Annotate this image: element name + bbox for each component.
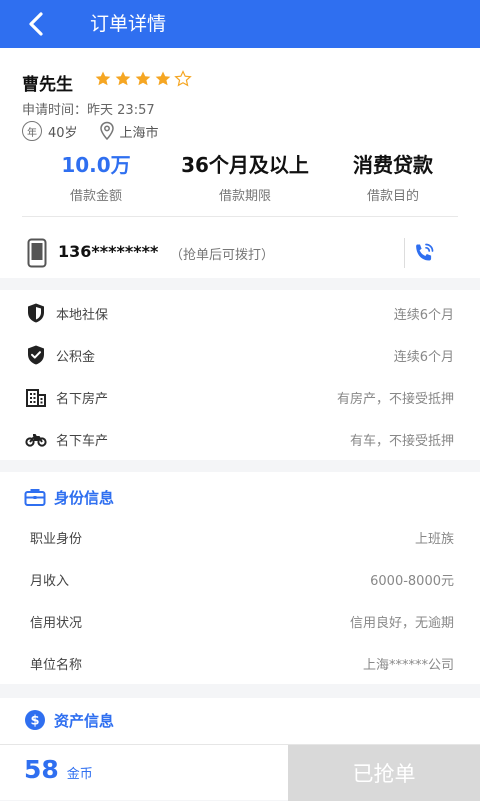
list-item: 本地社保 连续6个月: [0, 292, 480, 334]
asset-label: 名下房产: [56, 392, 109, 407]
star-filled-icon: [135, 71, 151, 86]
call-button[interactable]: [404, 238, 436, 268]
info-label: 单位名称: [30, 658, 83, 673]
grab-order-button[interactable]: 已抢单: [288, 745, 480, 801]
chevron-left-icon: [29, 12, 43, 36]
shield-check-icon: [28, 345, 44, 365]
list-item: 名下房产 有房产，不接受抵押: [0, 376, 480, 418]
asset-info-section: $ 资产信息: [0, 698, 480, 744]
identity-section-title: 身份信息: [24, 484, 114, 510]
age-icon: 年: [22, 121, 42, 141]
loan-term-value: 36个月及以上: [181, 153, 309, 177]
info-label: 职业身份: [30, 532, 83, 547]
building-icon: [26, 389, 46, 407]
shield-icon: [28, 303, 44, 323]
applicant-card: 曹先生 申请时间：昨天 23:57 年 40岁 上海市 10.0万 借款金额 3…: [0, 48, 480, 278]
asset-info-title-text: 资产信息: [54, 711, 115, 730]
location-pin-icon: [99, 121, 114, 141]
phone-number: 136********: [58, 242, 159, 261]
svg-text:$: $: [30, 714, 39, 729]
asset-label: 本地社保: [56, 308, 109, 323]
phone-tip: （抢单后可拨打）: [170, 248, 275, 263]
phone-call-icon: [416, 243, 434, 261]
rating-stars: [94, 70, 192, 90]
star-filled-icon: [115, 71, 131, 86]
asset-info-section-title: $ 资产信息: [24, 707, 114, 733]
back-button[interactable]: [22, 10, 50, 38]
applicant-city: 上海市: [119, 125, 159, 141]
asset-value: 连续6个月: [393, 350, 454, 365]
info-label: 月收入: [30, 574, 70, 589]
asset-label: 名下车产: [56, 434, 109, 449]
stat-term: 36个月及以上 借款期限: [165, 148, 325, 208]
info-row: 单位名称 上海******公司: [0, 642, 480, 684]
star-empty-icon: [174, 70, 192, 87]
loan-stats: 10.0万 借款金额 36个月及以上 借款期限 消费贷款 借款目的: [0, 148, 480, 216]
applicant-name: 曹先生: [22, 75, 73, 95]
loan-term-label: 借款期限: [218, 189, 271, 204]
coin-amount: 58: [24, 755, 59, 784]
info-row: 信用状况 信用良好，无逾期: [0, 600, 480, 642]
apply-time: 申请时间：昨天 23:57: [22, 99, 155, 118]
applicant-meta: 年 40岁 上海市: [22, 120, 159, 142]
identity-section: 身份信息 职业身份 上班族 月收入 6000-8000元 信用状况 信用良好，无…: [0, 472, 480, 684]
identity-title-text: 身份信息: [54, 488, 115, 507]
asset-label: 公积金: [56, 350, 96, 365]
app-header: 订单详情: [0, 0, 480, 48]
info-row: 月收入 6000-8000元: [0, 558, 480, 600]
apply-time-label: 申请时间：: [22, 103, 88, 118]
phone-row: 136******** （抢单后可拨打）: [0, 228, 480, 278]
page-title: 订单详情: [90, 13, 167, 35]
star-filled-icon: [155, 71, 171, 86]
apply-time-value: 昨天 23:57: [87, 103, 155, 118]
star-filled-icon: [95, 71, 111, 86]
asset-value: 有房产，不接受抵押: [336, 392, 454, 407]
mobile-phone-icon: [27, 238, 47, 268]
loan-amount-label: 借款金额: [69, 189, 122, 204]
info-row: 职业身份 上班族: [0, 516, 480, 558]
info-value: 信用良好，无逾期: [349, 616, 454, 631]
applicant-age: 40岁: [48, 125, 78, 141]
list-item: 名下车产 有车，不接受抵押: [0, 418, 480, 460]
stat-amount: 10.0万 借款金额: [16, 148, 176, 208]
coin-cost: 58 金币: [24, 755, 93, 784]
briefcase-icon: [24, 489, 46, 506]
dollar-coin-icon: $: [25, 710, 45, 730]
info-value: 上班族: [414, 532, 454, 547]
divider: [22, 216, 458, 217]
motorbike-icon: [25, 434, 47, 447]
loan-purpose-value: 消费贷款: [353, 153, 433, 177]
asset-value: 有车，不接受抵押: [349, 434, 454, 449]
info-value: 上海******公司: [362, 658, 454, 673]
info-value: 6000-8000元: [370, 574, 454, 589]
loan-amount-value: 10.0万: [61, 153, 131, 177]
asset-value: 连续6个月: [393, 308, 454, 323]
stat-purpose: 消费贷款 借款目的: [313, 148, 473, 208]
bottom-bar: 58 金币 已抢单: [0, 744, 480, 801]
asset-list: 本地社保 连续6个月 公积金 连续6个月 名下房产 有房产，不接受抵押 名下车产…: [0, 290, 480, 460]
loan-purpose-label: 借款目的: [366, 189, 419, 204]
coin-unit: 金币: [66, 767, 93, 782]
info-label: 信用状况: [30, 616, 83, 631]
list-item: 公积金 连续6个月: [0, 334, 480, 376]
